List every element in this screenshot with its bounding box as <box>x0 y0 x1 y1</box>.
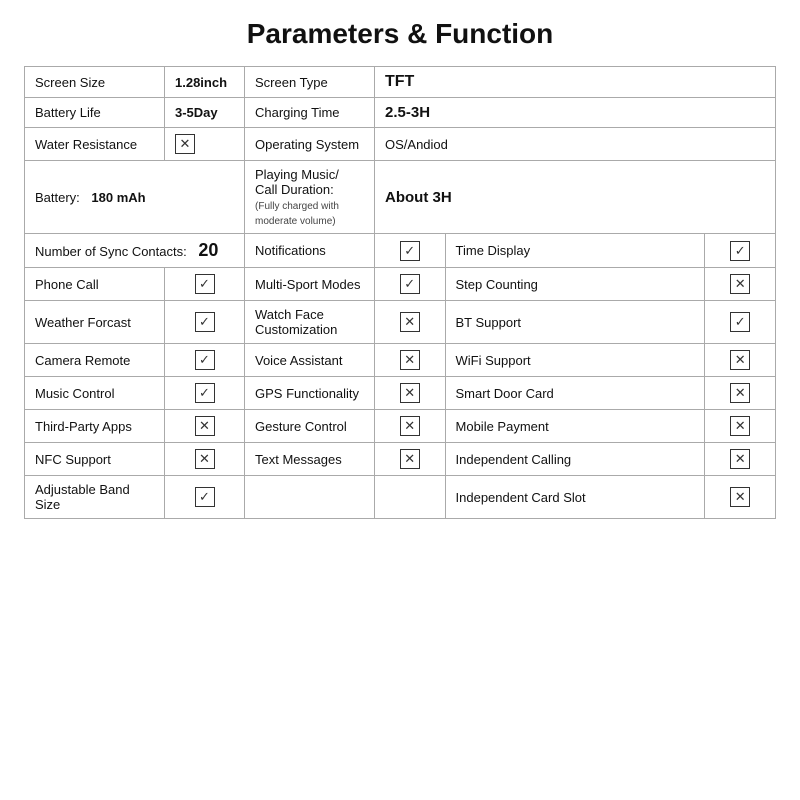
feature-col3-label-3: Smart Door Card <box>445 377 705 410</box>
screen-size-label: Screen Size <box>25 67 165 98</box>
feature-col2-icon-0: ✓ <box>375 268 446 301</box>
screen-type-label: Screen Type <box>245 67 375 98</box>
sync-contacts-label: Number of Sync Contacts: <box>35 244 187 259</box>
feature-col1-icon-2: ✓ <box>165 344 245 377</box>
battery-life-label: Battery Life <box>25 98 165 128</box>
playing-music-value: About 3H <box>375 161 776 234</box>
feature-col3-icon-4: ✕ <box>705 410 776 443</box>
page: Parameters & Function Screen Size 1.28in… <box>0 0 800 800</box>
feature-row-2: Camera Remote ✓ Voice Assistant ✕ WiFi S… <box>25 344 776 377</box>
water-resistance-icon: ✕ <box>165 128 245 161</box>
feature-col1-label-4: Third-Party Apps <box>25 410 165 443</box>
feature-col2-label-3: GPS Functionality <box>245 377 375 410</box>
notifications-icon-cell: ✓ <box>375 234 446 268</box>
screen-type-value: TFT <box>375 67 776 98</box>
feature-col3-icon-2: ✕ <box>705 344 776 377</box>
water-resistance-x-icon: ✕ <box>175 134 195 154</box>
feature-col3-label-1: BT Support <box>445 301 705 344</box>
feature-col1-label-0: Phone Call <box>25 268 165 301</box>
feature-col1-icon-5: ✕ <box>165 443 245 476</box>
feature-col2-label-1: Watch Face Customization <box>245 301 375 344</box>
sync-contacts-value: 20 <box>198 240 218 260</box>
charging-time-value: 2.5-3H <box>375 98 776 128</box>
feature-col3-icon-1: ✓ <box>705 301 776 344</box>
feature-col2-label-6 <box>245 476 375 519</box>
feature-row-3: Music Control ✓ GPS Functionality ✕ Smar… <box>25 377 776 410</box>
feature-col2-label-0: Multi-Sport Modes <box>245 268 375 301</box>
feature-col1-icon-0: ✓ <box>165 268 245 301</box>
operating-system-label: Operating System <box>245 128 375 161</box>
time-display-label: Time Display <box>445 234 705 268</box>
feature-col2-icon-6 <box>375 476 446 519</box>
spec-row-water: Water Resistance ✕ Operating System OS/A… <box>25 128 776 161</box>
playing-music-label: Playing Music/ Call Duration: (Fully cha… <box>245 161 375 234</box>
feature-col2-label-5: Text Messages <box>245 443 375 476</box>
battery-life-value: 3-5Day <box>165 98 245 128</box>
feature-col3-label-0: Step Counting <box>445 268 705 301</box>
feature-row-0: Phone Call ✓ Multi-Sport Modes ✓ Step Co… <box>25 268 776 301</box>
feature-col2-icon-5: ✕ <box>375 443 446 476</box>
feature-row-6: Adjustable Band Size ✓ Independent Card … <box>25 476 776 519</box>
spec-row-battery: Battery Life 3-5Day Charging Time 2.5-3H <box>25 98 776 128</box>
feature-col1-label-6: Adjustable Band Size <box>25 476 165 519</box>
sync-contacts-cell: Number of Sync Contacts: 20 <box>25 234 245 268</box>
feature-col3-icon-5: ✕ <box>705 443 776 476</box>
feature-col3-icon-0: ✕ <box>705 268 776 301</box>
screen-size-value: 1.28inch <box>165 67 245 98</box>
feature-col2-icon-2: ✕ <box>375 344 446 377</box>
feature-col1-label-2: Camera Remote <box>25 344 165 377</box>
feature-col3-label-6: Independent Card Slot <box>445 476 705 519</box>
page-title: Parameters & Function <box>24 18 776 50</box>
feature-col3-icon-6: ✕ <box>705 476 776 519</box>
feature-col3-label-4: Mobile Payment <box>445 410 705 443</box>
feature-row-5: NFC Support ✕ Text Messages ✕ Independen… <box>25 443 776 476</box>
feature-row-4: Third-Party Apps ✕ Gesture Control ✕ Mob… <box>25 410 776 443</box>
feature-col1-icon-4: ✕ <box>165 410 245 443</box>
feature-col2-icon-1: ✕ <box>375 301 446 344</box>
feature-col1-label-1: Weather Forcast <box>25 301 165 344</box>
feature-col2-label-2: Voice Assistant <box>245 344 375 377</box>
notifications-label: Notifications <box>245 234 375 268</box>
feature-col1-label-5: NFC Support <box>25 443 165 476</box>
feature-col3-label-2: WiFi Support <box>445 344 705 377</box>
battery-mah-cell: Battery: 180 mAh <box>25 161 245 234</box>
battery-label: Battery: <box>35 190 80 205</box>
feature-header-row: Number of Sync Contacts: 20 Notification… <box>25 234 776 268</box>
feature-row-1: Weather Forcast ✓ Watch Face Customizati… <box>25 301 776 344</box>
charging-time-label: Charging Time <box>245 98 375 128</box>
feature-col2-label-4: Gesture Control <box>245 410 375 443</box>
feature-col2-icon-3: ✕ <box>375 377 446 410</box>
operating-system-value: OS/Andiod <box>375 128 776 161</box>
battery-mah-value: 180 mAh <box>91 190 145 205</box>
feature-col3-icon-3: ✕ <box>705 377 776 410</box>
spec-row-screen: Screen Size 1.28inch Screen Type TFT <box>25 67 776 98</box>
feature-col3-label-5: Independent Calling <box>445 443 705 476</box>
feature-col1-icon-3: ✓ <box>165 377 245 410</box>
feature-col1-label-3: Music Control <box>25 377 165 410</box>
spec-row-battery2: Battery: 180 mAh Playing Music/ Call Dur… <box>25 161 776 234</box>
feature-col1-icon-6: ✓ <box>165 476 245 519</box>
time-display-check-icon: ✓ <box>730 241 750 261</box>
time-display-icon-cell: ✓ <box>705 234 776 268</box>
feature-col2-icon-4: ✕ <box>375 410 446 443</box>
water-resistance-label: Water Resistance <box>25 128 165 161</box>
main-table: Screen Size 1.28inch Screen Type TFT Bat… <box>24 66 776 519</box>
notifications-check-icon: ✓ <box>400 241 420 261</box>
feature-col1-icon-1: ✓ <box>165 301 245 344</box>
